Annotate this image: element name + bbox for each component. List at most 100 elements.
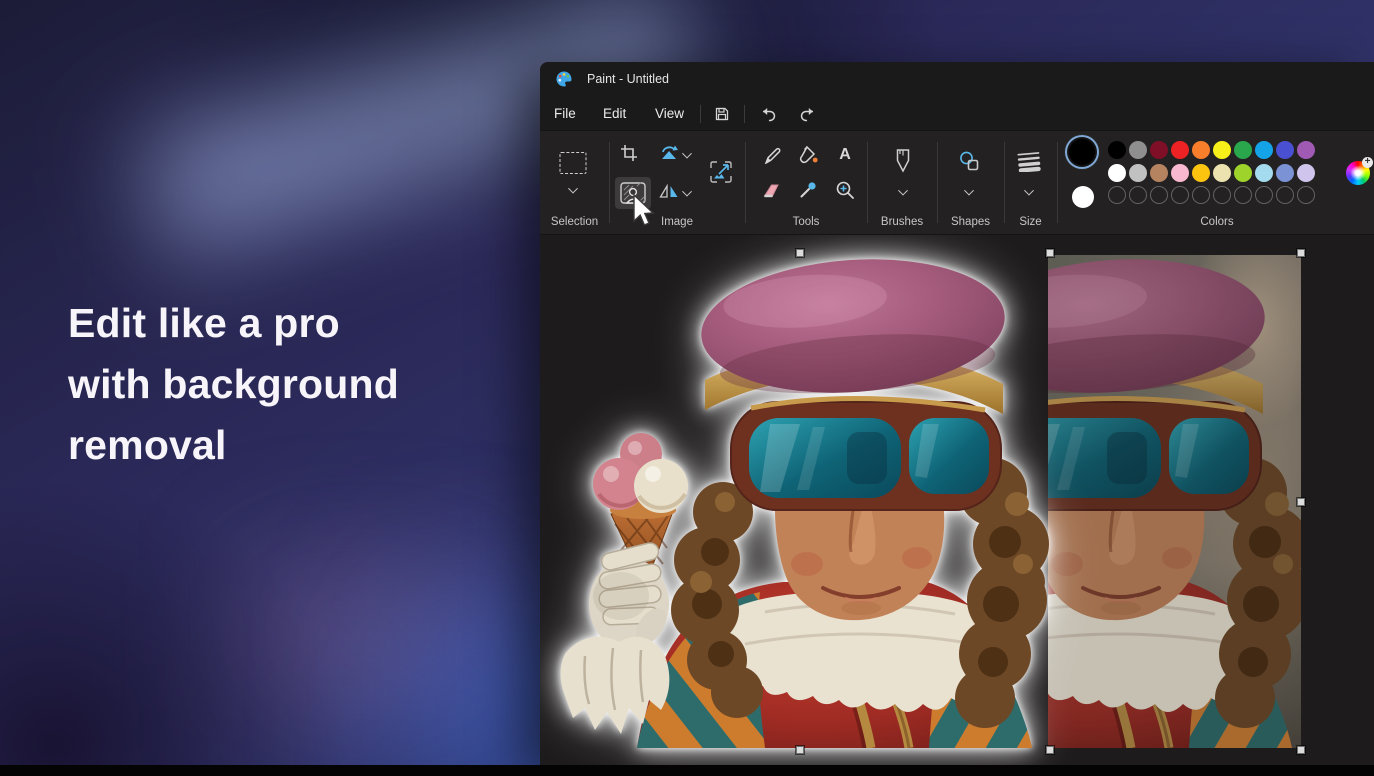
size-dropdown-chevron[interactable] <box>1024 186 1034 196</box>
selection-handle-top-right[interactable] <box>1297 249 1305 257</box>
selection-handle-middle-right[interactable] <box>1297 498 1305 506</box>
eraser-tool[interactable] <box>763 182 782 198</box>
selection-handle-bottom-left[interactable] <box>796 746 804 754</box>
color-swatch[interactable] <box>1129 141 1147 159</box>
color-swatch[interactable] <box>1234 164 1252 182</box>
letterbox-bar <box>0 765 1374 776</box>
eyedropper-icon <box>799 181 818 200</box>
size-button[interactable] <box>1016 150 1042 172</box>
empty-color-slot[interactable] <box>1213 186 1231 204</box>
empty-color-slot[interactable] <box>1129 186 1147 204</box>
group-colors: + Colors <box>1057 131 1374 234</box>
menu-edit[interactable]: Edit <box>597 103 632 125</box>
color-swatch[interactable] <box>1192 164 1210 182</box>
arrow-cursor-icon <box>633 194 657 228</box>
marketing-screenshot: Edit like a pro with background removal <box>0 0 1374 776</box>
group-label: Shapes <box>937 216 1004 228</box>
color-swatch[interactable] <box>1213 141 1231 159</box>
group-brushes: Brushes <box>867 131 937 234</box>
group-label: Selection <box>540 216 609 228</box>
shapes-icon <box>959 151 979 171</box>
color-picker-tool[interactable] <box>799 181 818 200</box>
magnifier-tool[interactable] <box>836 181 855 200</box>
brushes-dropdown-chevron[interactable] <box>898 186 908 196</box>
headline-line-3: removal <box>68 415 399 476</box>
rotate-dropdown-chevron[interactable] <box>682 149 692 159</box>
headline-line-2: with background <box>68 354 399 415</box>
group-tools: A <box>745 131 867 234</box>
selection-handle-bottom-center[interactable] <box>1046 746 1054 754</box>
redo-icon <box>799 106 817 122</box>
menu-bar: File Edit View <box>540 97 1374 130</box>
color-swatch[interactable] <box>1234 141 1252 159</box>
group-label: Colors <box>1057 216 1374 228</box>
rectangular-selection-tool[interactable] <box>560 152 587 174</box>
paint-window: Paint - Untitled File Edit View <box>540 62 1374 765</box>
color-swatch[interactable] <box>1171 164 1189 182</box>
color-swatch[interactable] <box>1276 164 1294 182</box>
portrait-figure-cutout[interactable] <box>555 252 1055 748</box>
mouse-cursor <box>633 194 657 233</box>
color-swatch[interactable] <box>1129 164 1147 182</box>
selection-handle-top-left[interactable] <box>796 249 804 257</box>
color-swatch[interactable] <box>1108 164 1126 182</box>
color-swatch[interactable] <box>1276 141 1294 159</box>
empty-color-slot[interactable] <box>1297 186 1315 204</box>
shapes-button[interactable] <box>959 151 979 171</box>
color-swatch[interactable] <box>1255 141 1273 159</box>
fill-icon <box>798 146 818 165</box>
empty-color-slot[interactable] <box>1276 186 1294 204</box>
undo-icon <box>759 106 777 122</box>
selection-handle-bottom-right[interactable] <box>1297 746 1305 754</box>
group-label: Image <box>609 216 745 228</box>
empty-color-slot[interactable] <box>1108 186 1126 204</box>
color-swatch[interactable] <box>1213 164 1231 182</box>
flip-dropdown-chevron[interactable] <box>682 187 692 197</box>
resize-button[interactable] <box>709 160 733 184</box>
crop-icon <box>620 144 638 162</box>
canvas-area[interactable] <box>540 235 1374 765</box>
headline: Edit like a pro with background removal <box>68 293 399 476</box>
fill-tool[interactable] <box>798 146 818 165</box>
color-swatch[interactable] <box>1150 164 1168 182</box>
color-swatch[interactable] <box>1297 164 1315 182</box>
empty-color-slot[interactable] <box>1234 186 1252 204</box>
shapes-dropdown-chevron[interactable] <box>964 186 974 196</box>
text-tool[interactable]: A <box>839 146 851 164</box>
color-swatch[interactable] <box>1108 141 1126 159</box>
pencil-tool[interactable] <box>763 146 781 164</box>
ribbon-toolbar: Selection <box>540 130 1374 235</box>
menu-separator <box>700 105 701 123</box>
color-swatch[interactable] <box>1297 141 1315 159</box>
brush-icon <box>894 148 912 174</box>
menu-separator <box>744 105 745 123</box>
empty-color-slot[interactable] <box>1192 186 1210 204</box>
empty-color-slot[interactable] <box>1150 186 1168 204</box>
eraser-icon <box>763 182 782 198</box>
selection-dropdown-chevron[interactable] <box>568 184 578 194</box>
color-2-swatch[interactable] <box>1072 186 1094 208</box>
brushes-button[interactable] <box>894 148 912 174</box>
crop-button[interactable] <box>620 144 638 162</box>
empty-color-slot[interactable] <box>1255 186 1273 204</box>
color-1-swatch[interactable] <box>1069 139 1095 165</box>
menu-view[interactable]: View <box>649 103 690 125</box>
painted-background <box>1048 255 1301 748</box>
empty-color-slot[interactable] <box>1171 186 1189 204</box>
color-swatch[interactable] <box>1171 141 1189 159</box>
paint-app-icon <box>555 70 573 88</box>
title-bar[interactable]: Paint - Untitled <box>540 62 1374 97</box>
color-swatch[interactable] <box>1150 141 1168 159</box>
rotate-button[interactable] <box>659 144 679 162</box>
redo-button[interactable] <box>796 102 820 126</box>
color-swatch[interactable] <box>1255 164 1273 182</box>
flip-icon <box>659 184 679 199</box>
flip-button[interactable] <box>659 184 679 199</box>
original-background-region[interactable] <box>1048 255 1301 748</box>
selection-handle-top-center[interactable] <box>1046 249 1054 257</box>
palette-row-2 <box>1108 164 1315 182</box>
menu-file[interactable]: File <box>548 103 582 125</box>
save-button[interactable] <box>710 102 734 126</box>
undo-button[interactable] <box>756 102 780 126</box>
color-swatch[interactable] <box>1192 141 1210 159</box>
